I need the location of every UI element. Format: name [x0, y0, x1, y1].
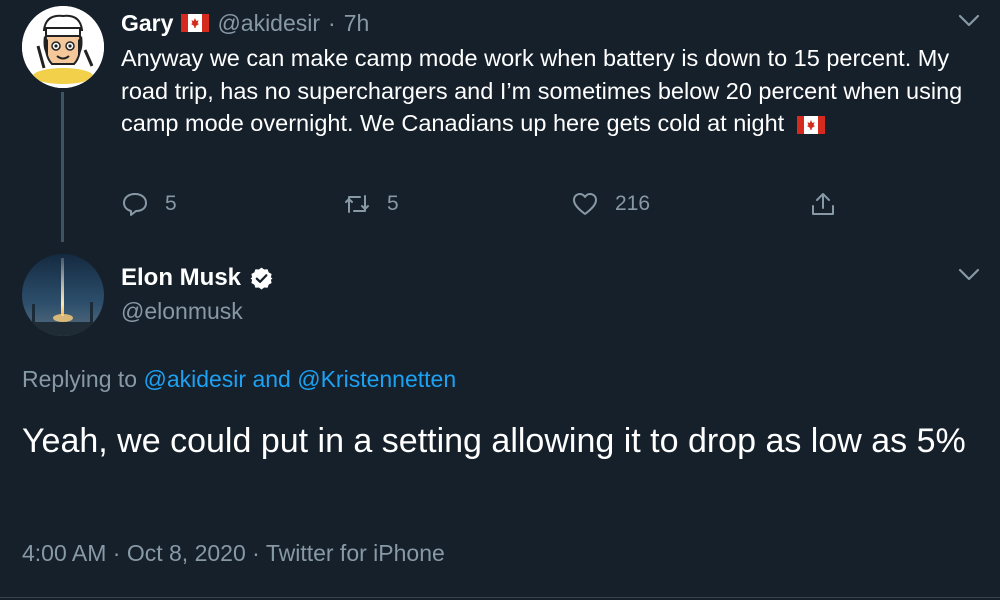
author-name-row: Elon Musk	[121, 264, 274, 292]
author-handle[interactable]: @elonmusk	[121, 298, 243, 325]
tweet-source[interactable]: Twitter for iPhone	[266, 540, 445, 566]
replying-to-line: Replying to @akidesir and @Kristennetten	[22, 366, 456, 393]
share-icon	[812, 193, 834, 215]
author-handle[interactable]: @akidesir	[217, 10, 320, 37]
separator-dot: ·	[112, 540, 121, 566]
tweet-time[interactable]: 4:00 AM	[22, 540, 106, 566]
verified-badge-icon	[250, 267, 273, 289]
author-name[interactable]: Gary	[121, 10, 173, 37]
avatar[interactable]	[22, 6, 104, 88]
author-name[interactable]: Elon Musk	[121, 264, 241, 292]
reply-count: 5	[165, 192, 177, 215]
heart-icon	[573, 193, 597, 215]
chef-avatar-illustration	[22, 6, 104, 88]
avatar[interactable]	[22, 254, 104, 336]
separator-dot: ·	[252, 540, 260, 566]
retweet-icon	[345, 195, 369, 213]
like-count: 216	[615, 192, 651, 215]
divider	[0, 597, 1000, 598]
tweet-text: Anyway we can make camp mode work when b…	[121, 42, 971, 140]
canada-flag-icon	[796, 115, 825, 134]
mention-conjunction[interactable]: and	[252, 366, 290, 392]
tweet-actions: 5 5 216	[121, 186, 861, 222]
canada-flag-icon	[181, 14, 210, 32]
mention-kristennetten[interactable]: @Kristennetten	[297, 366, 456, 392]
retweet-button[interactable]: 5	[343, 186, 399, 222]
chevron-down-icon[interactable]	[958, 268, 980, 282]
chevron-down-icon[interactable]	[958, 14, 980, 28]
share-button[interactable]	[809, 186, 837, 222]
replying-to-label: Replying to	[22, 366, 138, 392]
rocket-launch-avatar-image	[22, 254, 104, 336]
separator-dot: ·	[328, 9, 336, 36]
retweet-count: 5	[387, 192, 399, 215]
tweet-text-body: Anyway we can make camp mode work when b…	[121, 45, 963, 136]
timestamp[interactable]: 7h	[344, 10, 370, 37]
tweet-text: Yeah, we could put in a setting allowing…	[22, 422, 966, 460]
like-button[interactable]: 216	[571, 186, 650, 222]
reply-button[interactable]: 5	[121, 186, 177, 222]
reply-icon	[123, 193, 147, 216]
mention-akidesir[interactable]: @akidesir	[143, 366, 246, 392]
tweet-date[interactable]: Oct 8, 2020	[127, 540, 246, 566]
tweet-metadata: 4:00 AM · Oct 8, 2020 · Twitter for iPho…	[22, 540, 445, 567]
thread-connector-line	[61, 92, 64, 242]
tweet-header: Gary @akidesir · 7h	[121, 8, 369, 38]
